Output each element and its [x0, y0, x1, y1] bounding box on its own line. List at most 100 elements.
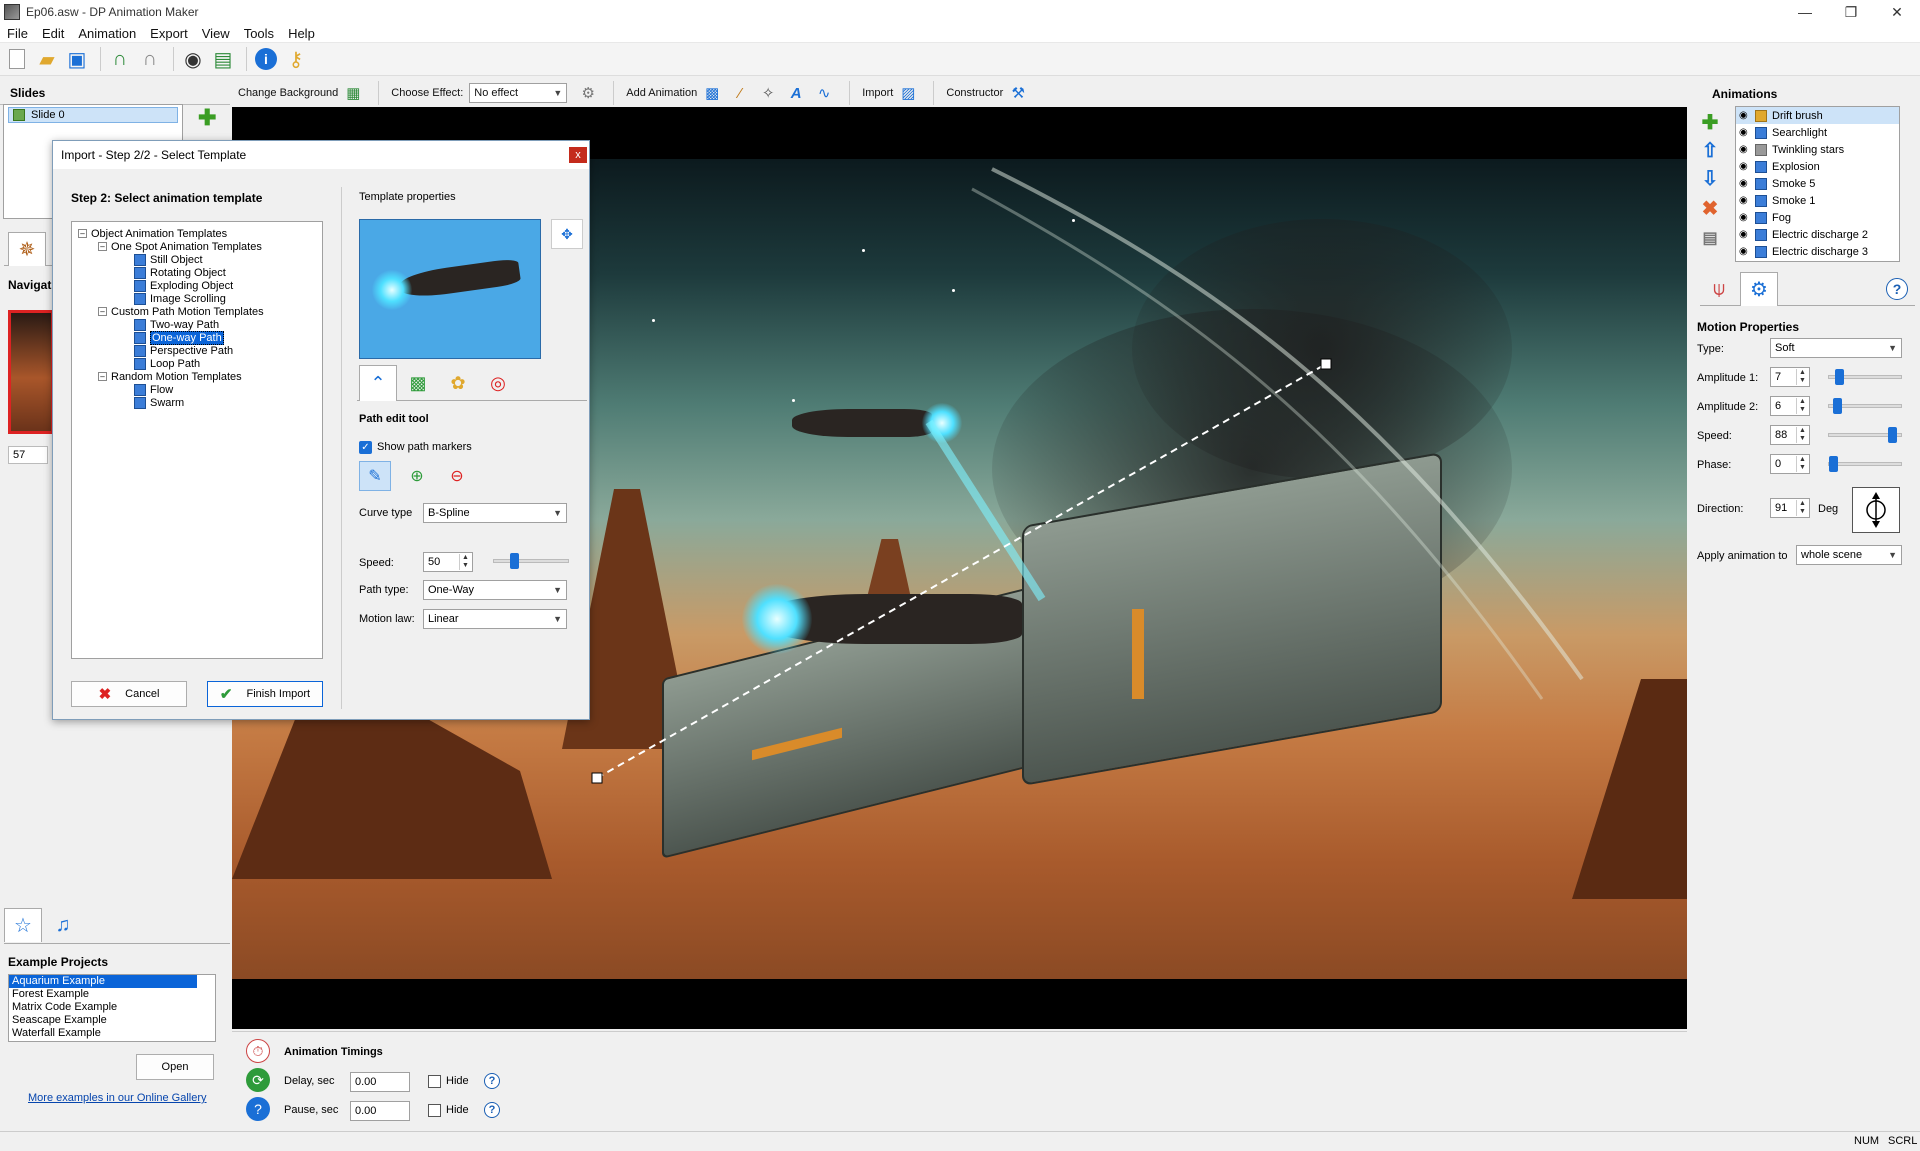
motion-help-button[interactable]: ? [1886, 278, 1908, 300]
list-item[interactable]: Aquarium Example [9, 975, 197, 988]
menu-animation[interactable]: Animation [71, 26, 143, 41]
path-tab-icon[interactable]: ⌃ [359, 365, 397, 401]
tree-item[interactable]: Swarm [134, 395, 184, 410]
list-item[interactable]: ◉ Smoke 5 [1736, 175, 1899, 192]
list-item[interactable]: ◉ Searchlight [1736, 124, 1899, 141]
list-item[interactable]: ◉ Fog [1736, 209, 1899, 226]
effects-tab-icon[interactable]: ◎ [479, 365, 517, 401]
pause-help-button[interactable]: ? [484, 1102, 500, 1118]
fit-view-icon[interactable]: ✥ [551, 219, 583, 249]
info-icon[interactable]: i [253, 46, 279, 72]
delete-icon[interactable]: ✖ [1698, 196, 1722, 220]
delay-input[interactable]: 0.00 [350, 1072, 410, 1092]
tab-music[interactable]: ♫ [44, 908, 82, 942]
particles-icon[interactable]: ✧ [759, 84, 777, 102]
collapse-icon[interactable]: – [78, 229, 87, 238]
import-icon[interactable]: ▨ [899, 84, 917, 102]
preview-icon[interactable]: ◉ [180, 46, 206, 72]
menu-file[interactable]: File [0, 26, 35, 41]
list-item[interactable]: Waterfall Example [9, 1027, 215, 1040]
list-item[interactable]: ◉ Smoke 1 [1736, 192, 1899, 209]
redo-icon[interactable]: ∩ [137, 46, 163, 72]
speed-slider[interactable] [1828, 427, 1902, 443]
eye-icon[interactable]: ◉ [1739, 110, 1751, 121]
slide-row[interactable]: Slide 0 [8, 107, 178, 123]
eye-icon[interactable]: ◉ [1739, 127, 1751, 138]
list-item[interactable]: ◉ Electric discharge 2 [1736, 226, 1899, 243]
speed-spinner[interactable]: 88 ▲ ▼ [1770, 425, 1810, 445]
menu-view[interactable]: View [195, 26, 237, 41]
pause-hide-checkbox[interactable] [428, 1104, 441, 1117]
wave-icon[interactable]: ∿ [815, 84, 833, 102]
template-tree[interactable]: – Object Animation Templates – One Spot An… [71, 221, 323, 659]
open-example-button[interactable]: Open [136, 1054, 214, 1080]
menu-edit[interactable]: Edit [35, 26, 71, 41]
change-background-button[interactable]: Change Background [238, 87, 338, 99]
collapse-icon[interactable]: – [98, 242, 107, 251]
eye-icon[interactable]: ◉ [1739, 178, 1751, 189]
add-animation-icon[interactable]: ✚ [1698, 110, 1722, 134]
new-icon[interactable] [4, 46, 30, 72]
pause-input[interactable]: 0.00 [350, 1101, 410, 1121]
properties-icon[interactable]: ▤ [1698, 226, 1722, 250]
path-type-select[interactable]: One-Way ▼ [423, 580, 567, 600]
path-start-marker[interactable] [591, 772, 603, 784]
list-item[interactable]: ◉ Twinkling stars [1736, 141, 1899, 158]
tab-navigator[interactable]: ✵ [8, 232, 46, 266]
amplitude2-slider[interactable] [1828, 398, 1902, 414]
add-point-icon[interactable]: ⊕ [401, 461, 433, 491]
list-item[interactable]: Matrix Code Example [9, 1001, 215, 1014]
tab-brush[interactable]: ⍦ [1700, 272, 1738, 306]
finish-import-button[interactable]: ✔ Finish Import [207, 681, 323, 707]
eye-icon[interactable]: ◉ [1739, 212, 1751, 223]
eye-icon[interactable]: ◉ [1739, 144, 1751, 155]
minimize-button[interactable]: — [1782, 0, 1828, 24]
menu-tools[interactable]: Tools [237, 26, 281, 41]
move-up-icon[interactable]: ⇧ [1698, 138, 1722, 162]
dialog-speed-spinner[interactable]: 50 ▲ ▼ [423, 552, 473, 572]
publish-icon[interactable]: ▤ [210, 46, 236, 72]
delay-help-icon[interactable]: ? [484, 1073, 500, 1089]
eye-icon[interactable]: ◉ [1739, 161, 1751, 172]
amplitude1-spinner[interactable]: 7 ▲ ▼ [1770, 367, 1810, 387]
effect-settings-icon[interactable]: ⚙ [579, 84, 597, 102]
list-item[interactable]: Forest Example [9, 988, 215, 1001]
apply-select[interactable]: whole scene ▼ [1796, 545, 1902, 565]
list-item[interactable]: Seascape Example [9, 1014, 215, 1027]
eye-icon[interactable]: ◉ [1739, 229, 1751, 240]
eye-icon[interactable]: ◉ [1739, 195, 1751, 206]
amplitude2-spinner[interactable]: 6 ▲ ▼ [1770, 396, 1810, 416]
dialog-close-button[interactable]: x [569, 147, 587, 163]
constructor-icon[interactable]: ⚒ [1009, 84, 1027, 102]
eye-icon[interactable]: ◉ [1739, 246, 1751, 257]
phase-slider[interactable] [1828, 456, 1902, 472]
examples-list[interactable]: Aquarium Example Forest Example Matrix C… [8, 974, 216, 1042]
list-item[interactable]: ◉ Drift brush [1736, 107, 1899, 124]
animations-list[interactable]: ◉ Drift brush ◉ Searchlight ◉ Twinkling sta… [1735, 106, 1900, 262]
tab-motion[interactable]: ⚙ [1740, 272, 1778, 306]
add-slide-button[interactable]: ✚ [198, 107, 216, 129]
path-end-marker[interactable] [1320, 358, 1332, 370]
image-animation-icon[interactable]: ▩ [703, 84, 721, 102]
delay-hide-checkbox[interactable] [428, 1075, 441, 1088]
menu-help[interactable]: Help [281, 26, 322, 41]
collapse-icon[interactable]: – [98, 372, 107, 381]
maximize-button[interactable]: ❐ [1828, 0, 1874, 24]
show-path-markers-checkbox[interactable]: ✓ [359, 441, 372, 454]
tab-examples[interactable]: ☆ [4, 908, 42, 942]
motion-law-select[interactable]: Linear ▼ [423, 609, 567, 629]
text-animation-icon[interactable]: A [787, 84, 805, 102]
save-icon[interactable]: ▣ [64, 46, 90, 72]
curve-type-select[interactable]: B-Spline ▼ [423, 503, 567, 523]
palette-tab-icon[interactable]: ✿ [439, 365, 477, 401]
direction-spinner[interactable]: 91 ▲ ▼ [1770, 498, 1810, 518]
type-select[interactable]: Soft ▼ [1770, 338, 1902, 358]
phase-spinner[interactable]: 0 ▲ ▼ [1770, 454, 1810, 474]
direction-dial[interactable] [1852, 487, 1900, 533]
key-icon[interactable]: ⚷ [283, 46, 309, 72]
collapse-icon[interactable]: – [98, 307, 107, 316]
list-item[interactable]: ◉ Electric discharge 3 [1736, 243, 1899, 260]
close-button[interactable]: ✕ [1874, 0, 1920, 24]
brush-icon[interactable]: ⁄ [731, 84, 749, 102]
undo-icon[interactable]: ∩ [107, 46, 133, 72]
